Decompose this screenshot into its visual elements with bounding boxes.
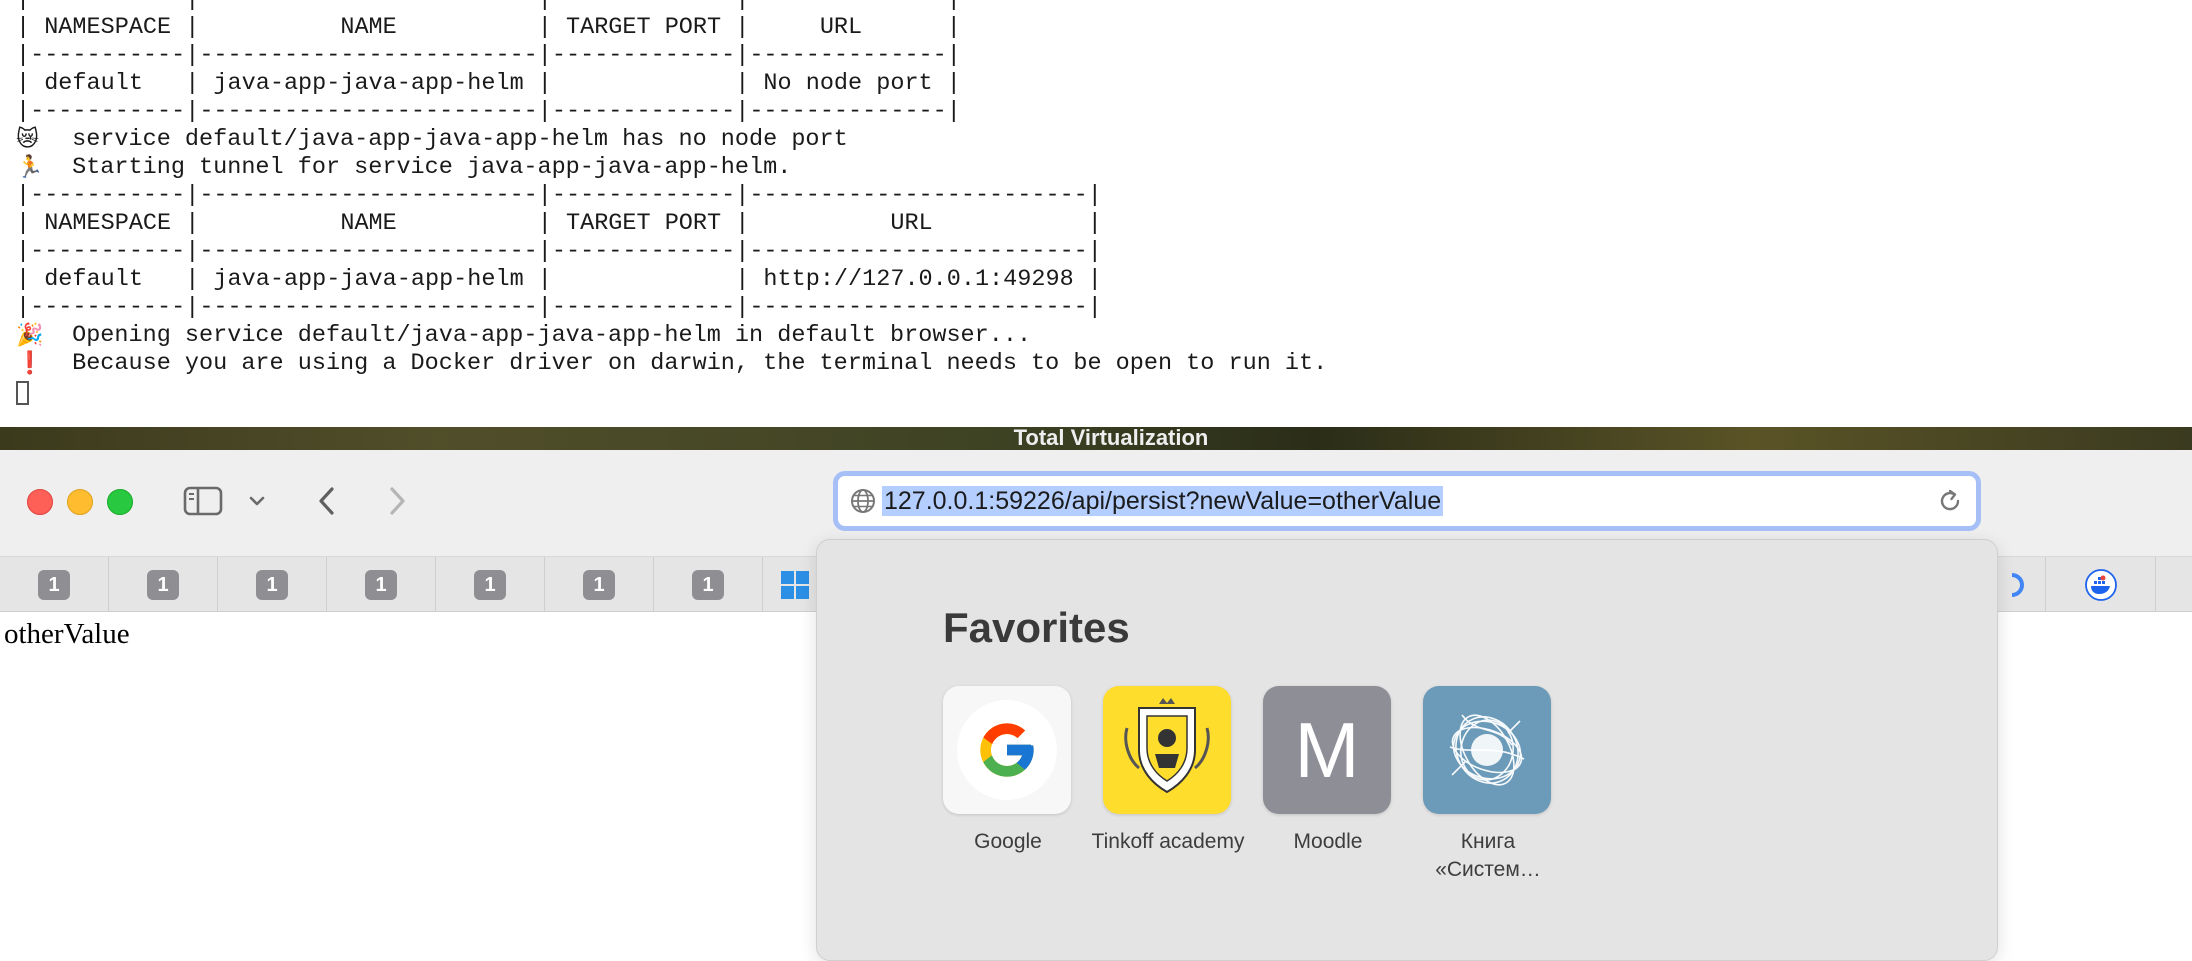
tab-badge-icon: 1 — [256, 569, 288, 600]
tab-badge-icon: 1 — [474, 569, 506, 600]
favorites-bar-item[interactable]: 1 — [654, 557, 763, 612]
terminal-line-text: | NAMESPACE | NAME | TARGET PORT | URL | — [16, 210, 1102, 237]
favorite-tinkoff[interactable]: Tinkoff academy — [1092, 686, 1244, 856]
favorite-label: Tinkoff academy — [1091, 830, 1245, 853]
terminal-line: | NAMESPACE | NAME | TARGET PORT | URL | — [0, 14, 1327, 42]
favorites-bar-item[interactable]: 1 — [109, 557, 218, 612]
kniga-icon[interactable] — [1423, 686, 1551, 814]
terminal-prompt-line — [0, 378, 1327, 406]
favorites-dropdown: Favorites Google Tinkoff academy M Moodl… — [816, 539, 1998, 961]
terminal-line-text: Because you are using a Docker driver on… — [58, 350, 1328, 377]
google-small-icon — [2011, 572, 2024, 597]
terminal-line-text: |-----------|------------------------|--… — [16, 294, 1102, 321]
favorites-bar-item-docker[interactable] — [2046, 557, 2156, 612]
vm-window-title: Total Virtualization — [1013, 425, 1209, 450]
favorites-bar-item[interactable]: 1 — [0, 557, 109, 612]
terminal-line: |-----------|------------------------|--… — [0, 0, 1327, 14]
chevron-down-icon[interactable] — [244, 488, 270, 514]
tab-badge-icon: 1 — [365, 569, 397, 600]
terminal-emoji-icon: 🎉 — [16, 323, 44, 348]
terminal-emoji-icon: ❗ — [16, 351, 44, 376]
terminal-line: | NAMESPACE | NAME | TARGET PORT | URL | — [0, 210, 1327, 238]
terminal-line-text: | default | java-app-java-app-helm | | h… — [16, 266, 1102, 293]
terminal-line-text: |-----------|------------------------|--… — [16, 42, 961, 69]
terminal-line: |-----------|------------------------|--… — [0, 182, 1327, 210]
terminal-line-text: | default | java-app-java-app-helm | | N… — [16, 70, 961, 97]
moodle-icon[interactable]: M — [1263, 686, 1391, 814]
close-window-button[interactable] — [27, 489, 53, 515]
back-arrow-icon[interactable] — [312, 482, 342, 520]
favorite-label: Moodle — [1293, 830, 1363, 853]
terminal-line: | default | java-app-java-app-helm | | N… — [0, 70, 1327, 98]
favorite-google[interactable]: Google — [943, 686, 1073, 856]
sidebar-toggle-icon[interactable] — [180, 483, 226, 519]
globe-icon — [851, 489, 875, 513]
terminal-cursor — [16, 381, 29, 405]
terminal-line: 🏃 Starting tunnel for service java-app-j… — [0, 154, 1327, 182]
reload-icon[interactable] — [1936, 487, 1964, 515]
tab-badge-icon: 1 — [38, 569, 70, 600]
favorite-label: Книга «Систем… — [1435, 830, 1541, 881]
favorites-bar-item[interactable]: 1 — [436, 557, 545, 612]
favorites-title: Favorites — [943, 604, 1130, 651]
terminal-line: |-----------|------------------------|--… — [0, 42, 1327, 70]
tab-badge-icon: 1 — [147, 569, 179, 600]
terminal-line: 🎉 Opening service default/java-app-java-… — [0, 322, 1327, 350]
windows-logo-icon — [781, 570, 809, 599]
terminal-line-text: |-----------|------------------------|--… — [0, 0, 961, 14]
terminal-line-text: |-----------|------------------------|--… — [16, 98, 961, 125]
favorites-bar-item[interactable]: 1 — [545, 557, 654, 612]
tinkoff-icon[interactable] — [1103, 686, 1231, 814]
terminal-line-text: |-----------|------------------------|--… — [16, 182, 1102, 209]
terminal-emoji-icon: 🏃 — [16, 155, 44, 180]
terminal-line: |-----------|------------------------|--… — [0, 294, 1327, 322]
docker-icon — [2084, 568, 2117, 601]
maximize-window-button[interactable] — [107, 489, 133, 515]
tab-badge-icon: 1 — [583, 569, 615, 600]
terminal-line: ❗ Because you are using a Docker driver … — [0, 350, 1327, 378]
favorite-moodle[interactable]: M Moodle — [1263, 686, 1393, 856]
response-text: otherValue — [4, 618, 130, 650]
minimize-window-button[interactable] — [67, 489, 93, 515]
moodle-letter: M — [1294, 706, 1360, 794]
google-icon[interactable] — [943, 686, 1071, 814]
terminal-line: |-----------|------------------------|--… — [0, 98, 1327, 126]
terminal-line-text: service default/java-app-java-app-helm h… — [58, 126, 848, 153]
terminal-line: 😿 service default/java-app-java-app-helm… — [0, 126, 1327, 154]
terminal-line-text: |-----------|------------------------|--… — [16, 238, 1102, 265]
favorite-label: Google — [974, 830, 1042, 853]
terminal-line-text: Starting tunnel for service java-app-jav… — [58, 154, 792, 181]
tab-badge-icon: 1 — [692, 569, 724, 600]
favorites-bar-item[interactable]: 1 — [218, 557, 327, 612]
terminal-emoji-icon: 😿 — [16, 127, 39, 152]
terminal-line-text: Opening service default/java-app-java-ap… — [58, 322, 1032, 349]
forward-arrow-icon[interactable] — [382, 482, 412, 520]
terminal-output: |-----------|------------------------|--… — [0, 0, 1327, 406]
url-text[interactable]: 127.0.0.1:59226/api/persist?newValue=oth… — [882, 486, 1444, 516]
terminal-window[interactable]: |-----------|------------------------|--… — [0, 0, 2192, 427]
favorites-bar-item-google[interactable] — [1994, 557, 2046, 612]
terminal-line-text: | NAMESPACE | NAME | TARGET PORT | URL | — [16, 14, 961, 41]
favorites-bar-item[interactable]: 1 — [327, 557, 436, 612]
address-bar[interactable]: 127.0.0.1:59226/api/persist?newValue=oth… — [833, 471, 1981, 531]
favorite-kniga[interactable]: Книга «Систем… — [1423, 686, 1553, 884]
terminal-line: |-----------|------------------------|--… — [0, 238, 1327, 266]
terminal-line: | default | java-app-java-app-helm | | h… — [0, 266, 1327, 294]
